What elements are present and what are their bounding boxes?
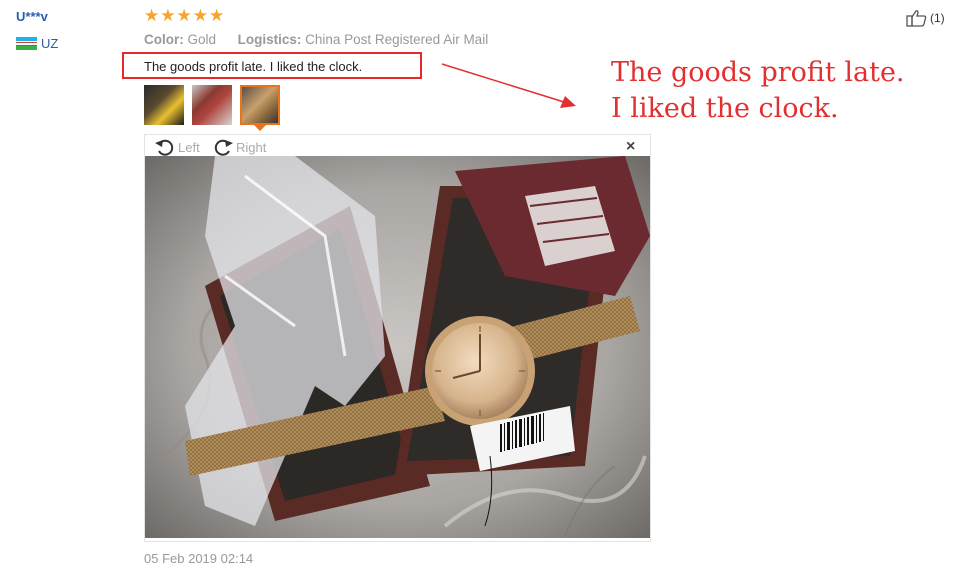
- reviewer-name: U***v: [16, 9, 48, 24]
- star-rating: ★★★★★: [144, 6, 226, 25]
- order-attributes: Color: Gold Logistics: China Post Regist…: [144, 32, 488, 47]
- feedback-text: The goods profit late. I liked the clock…: [122, 52, 422, 79]
- reviewer-country: UZ: [16, 36, 58, 51]
- rotate-left-icon: [155, 139, 174, 156]
- annotation-line-1: The goods profit late.: [611, 57, 905, 88]
- country-code: UZ: [41, 36, 59, 51]
- rotate-left-label: Left: [178, 139, 200, 155]
- rotate-right-icon: [214, 139, 233, 156]
- uzbekistan-flag-icon: [16, 37, 37, 50]
- annotation-arrow-icon: [441, 63, 576, 108]
- color-label: Color:: [144, 32, 184, 47]
- close-viewer-button[interactable]: ×: [626, 138, 635, 156]
- review-photo-thumbnail-3-selected[interactable]: [240, 85, 280, 125]
- helpful-button[interactable]: (1): [906, 9, 945, 27]
- watch-photo-image: [145, 156, 650, 538]
- review-date: 05 Feb 2019 02:14: [144, 551, 254, 566]
- review-photo-thumbnail-1[interactable]: [144, 85, 184, 125]
- color-value: Gold: [187, 32, 217, 47]
- rotate-right-label: Right: [236, 139, 267, 155]
- rotate-right-button[interactable]: Right: [212, 137, 266, 157]
- selected-thumbnail-pointer: [254, 125, 266, 131]
- thumbs-up-icon: [906, 10, 927, 27]
- review-photo: [145, 156, 650, 538]
- helpful-count: (1): [930, 11, 945, 25]
- rotate-left-button[interactable]: Left: [154, 137, 200, 157]
- annotation-line-2: I liked the clock.: [611, 93, 839, 124]
- logistics-value: China Post Registered Air Mail: [305, 32, 489, 47]
- review-photo-thumbnail-2[interactable]: [192, 85, 232, 125]
- logistics-label: Logistics:: [237, 32, 302, 47]
